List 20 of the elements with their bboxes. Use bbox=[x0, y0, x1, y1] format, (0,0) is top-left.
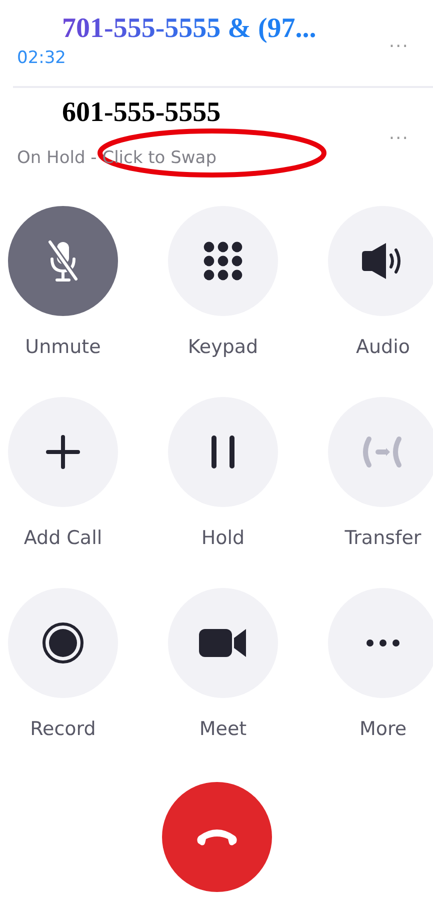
button-label: Transfer bbox=[344, 526, 422, 551]
button-label: More bbox=[359, 717, 407, 742]
dots-icon bbox=[366, 639, 400, 647]
keypad-icon bbox=[203, 241, 243, 281]
muted-microphone-icon bbox=[46, 239, 80, 283]
button-label: Record bbox=[30, 717, 96, 742]
button-label: Hold bbox=[201, 526, 245, 551]
more-options-button[interactable]: ... bbox=[384, 122, 413, 144]
more-options-button[interactable]: ... bbox=[384, 30, 413, 52]
call-timer: 02:32 bbox=[17, 47, 66, 70]
record-icon bbox=[42, 622, 84, 664]
video-camera-icon bbox=[198, 628, 248, 658]
button-label: Add Call bbox=[24, 526, 102, 551]
button-label: Keypad bbox=[188, 335, 258, 360]
plus-icon bbox=[46, 435, 80, 469]
pause-icon bbox=[209, 435, 237, 469]
button-label: Meet bbox=[199, 717, 247, 742]
call-number: 601-555-5555 bbox=[62, 96, 221, 130]
button-label: Audio bbox=[356, 335, 410, 360]
button-label: Unmute bbox=[25, 335, 101, 360]
